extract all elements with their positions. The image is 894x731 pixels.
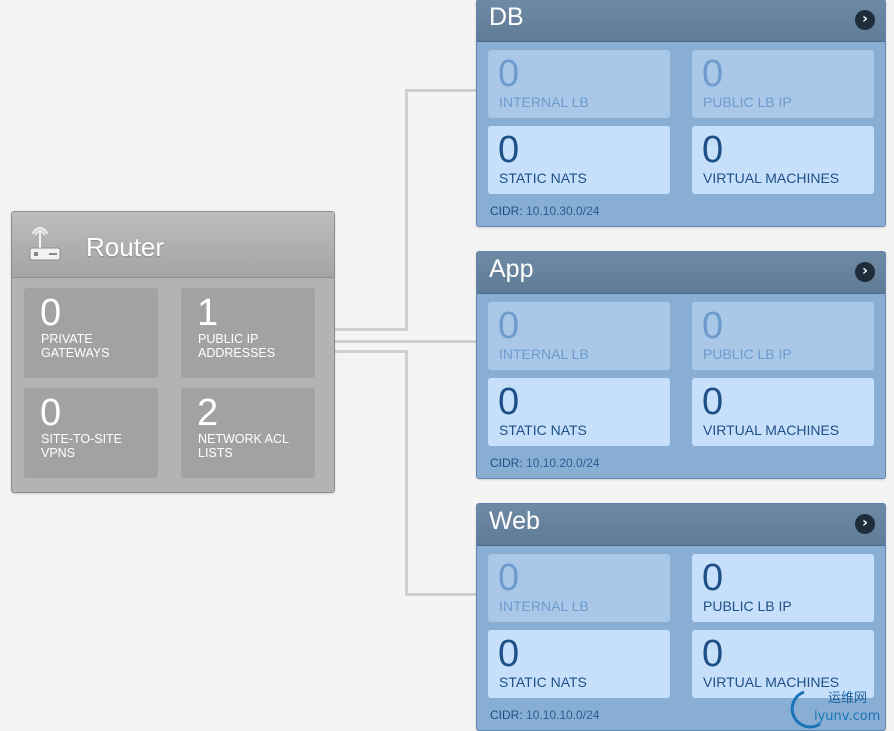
connector-db-vertical (405, 89, 408, 331)
tile-internal-lb[interactable]: 0 INTERNAL LB (488, 50, 670, 118)
tile-public-lb-ip[interactable]: 0 PUBLIC LB IP (692, 302, 874, 370)
tile-label: NETWORK ACL LISTS (198, 432, 289, 460)
tile-internal-lb[interactable]: 0 INTERNAL LB (488, 302, 670, 370)
tile-count: 0 (702, 53, 724, 95)
connector-web-top (334, 350, 408, 353)
tile-label: STATIC NATS (499, 674, 587, 690)
tile-count: 0 (40, 292, 62, 334)
router-tile-private-gateways[interactable]: 0 PRIVATE GATEWAYS (24, 288, 158, 378)
router-header: Router (12, 212, 334, 278)
tile-count: 0 (702, 305, 724, 347)
cidr: CIDR: 10.10.10.0/24 (490, 708, 599, 722)
tile-static-nats[interactable]: 0 STATIC NATS (488, 630, 670, 698)
tile-public-lb-ip[interactable]: 0 PUBLIC LB IP (692, 554, 874, 622)
chevron-right-icon[interactable]: › (855, 10, 875, 30)
tile-label: STATIC NATS (499, 422, 587, 438)
tile-virtual-machines[interactable]: 0 VIRTUAL MACHINES (692, 378, 874, 446)
tier-name: Web (489, 507, 540, 535)
cidr-label: CIDR: (490, 204, 523, 218)
router-tile-public-ip[interactable]: 1 PUBLIC IP ADDRESSES (181, 288, 315, 378)
connector-web-vertical (405, 350, 408, 596)
router-tile-network-acl[interactable]: 2 NETWORK ACL LISTS (181, 388, 315, 478)
cidr-value: 10.10.20.0/24 (526, 456, 600, 470)
tile-count: 0 (498, 381, 520, 423)
tile-public-lb-ip[interactable]: 0 PUBLIC LB IP (692, 50, 874, 118)
tile-internal-lb[interactable]: 0 INTERNAL LB (488, 554, 670, 622)
tile-label: INTERNAL LB (499, 94, 589, 110)
tile-label: PUBLIC LB IP (703, 598, 792, 614)
tile-label: INTERNAL LB (499, 598, 589, 614)
tile-label: VIRTUAL MACHINES (703, 170, 840, 186)
tier-header: DB › (477, 0, 885, 42)
tile-count: 0 (702, 557, 724, 599)
router-icon (29, 227, 61, 261)
tile-count: 0 (498, 129, 520, 171)
tile-count: 0 (40, 392, 62, 434)
tile-count: 1 (197, 292, 219, 334)
tier-app: App › 0 INTERNAL LB 0 PUBLIC LB IP 0 STA… (476, 251, 886, 479)
tier-name: App (489, 255, 534, 283)
connector-web-bottom (405, 593, 477, 596)
tile-virtual-machines[interactable]: 0 VIRTUAL MACHINES (692, 126, 874, 194)
tile-label: SITE-TO-SITE VPNS (41, 432, 123, 460)
tile-count: 0 (498, 633, 520, 675)
tile-count: 0 (498, 305, 520, 347)
cidr-label: CIDR: (490, 456, 523, 470)
chevron-right-icon[interactable]: › (855, 262, 875, 282)
watermark-url: iyunv.com (814, 709, 880, 724)
tier-header: App › (477, 252, 885, 294)
tile-count: 0 (498, 53, 520, 95)
cidr-label: CIDR: (490, 708, 523, 722)
tier-name: DB (489, 3, 524, 31)
tier-header: Web › (477, 504, 885, 546)
tile-count: 0 (498, 557, 520, 599)
tile-count: 0 (702, 129, 724, 171)
connector-db-top (405, 89, 477, 92)
tile-count: 2 (197, 392, 219, 434)
tile-label: PUBLIC IP ADDRESSES (198, 332, 276, 360)
tile-count: 0 (702, 633, 724, 675)
router-title: Router (86, 232, 165, 262)
tile-label: PRIVATE GATEWAYS (41, 332, 110, 360)
router-tile-site-to-site-vpns[interactable]: 0 SITE-TO-SITE VPNS (24, 388, 158, 478)
tile-label: PUBLIC LB IP (703, 346, 792, 362)
cidr-value: 10.10.30.0/24 (526, 204, 600, 218)
connector-app (334, 340, 477, 343)
chevron-right-icon[interactable]: › (855, 514, 875, 534)
router-panel: Router 0 PRIVATE GATEWAYS 1 PUBLIC IP AD… (11, 211, 335, 493)
tile-static-nats[interactable]: 0 STATIC NATS (488, 378, 670, 446)
watermark-text: 运维网 (828, 691, 867, 706)
tile-static-nats[interactable]: 0 STATIC NATS (488, 126, 670, 194)
connector-db-bottom (334, 328, 408, 331)
tile-label: VIRTUAL MACHINES (703, 422, 840, 438)
tile-label: PUBLIC LB IP (703, 94, 792, 110)
tile-label: STATIC NATS (499, 170, 587, 186)
cidr-value: 10.10.10.0/24 (526, 708, 600, 722)
tile-label: INTERNAL LB (499, 346, 589, 362)
watermark-logo: 运维网 iyunv.com (790, 690, 880, 729)
cidr: CIDR: 10.10.30.0/24 (490, 204, 599, 218)
tier-db: DB › 0 INTERNAL LB 0 PUBLIC LB IP 0 STAT… (476, 0, 886, 227)
tile-count: 0 (702, 381, 724, 423)
cidr: CIDR: 10.10.20.0/24 (490, 456, 599, 470)
